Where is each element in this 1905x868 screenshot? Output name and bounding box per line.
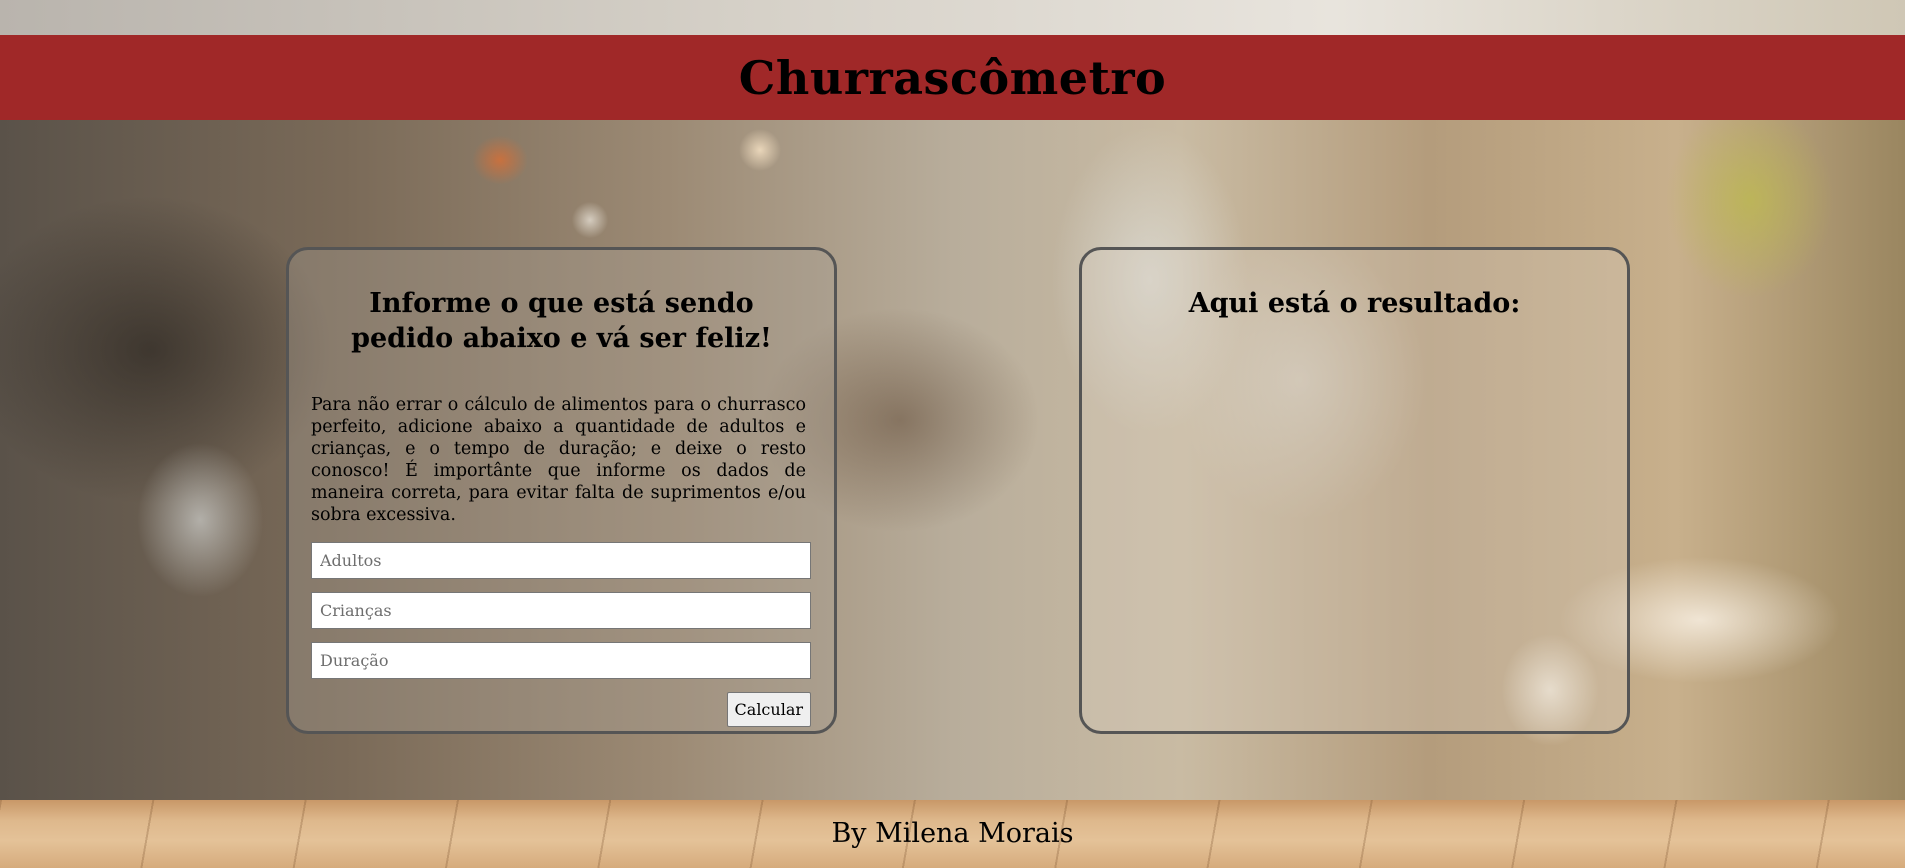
page-header: Churrascômetro (0, 35, 1905, 120)
page-title: Churrascômetro (738, 50, 1167, 105)
children-input[interactable] (311, 592, 811, 629)
footer-credit: By Milena Morais (831, 818, 1074, 849)
input-card: Informe o que está sendo pedido abaixo e… (286, 247, 837, 734)
result-card: Aqui está o resultado: (1079, 247, 1630, 734)
input-card-description: Para não errar o cálculo de alimentos pa… (311, 395, 806, 525)
background-top-strip (0, 0, 1905, 35)
input-card-heading: Informe o que está sendo pedido abaixo e… (351, 288, 772, 354)
adults-input[interactable] (311, 542, 811, 579)
calculate-button[interactable]: Calcular (726, 692, 811, 727)
duration-input[interactable] (311, 642, 811, 679)
result-card-heading: Aqui está o resultado: (1188, 288, 1521, 319)
calculator-form: Calcular (311, 542, 811, 727)
